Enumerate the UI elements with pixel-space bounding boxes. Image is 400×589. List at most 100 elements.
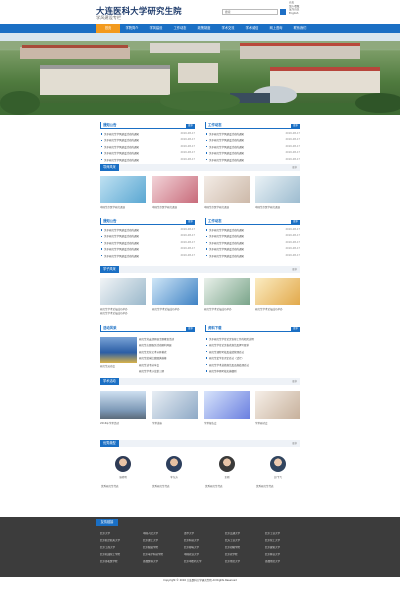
- list-item[interactable]: 关于研究生学风建设活动的通知 2016-08-17: [100, 253, 195, 259]
- photo-caption[interactable]: 学术研讨会: [255, 421, 300, 425]
- more-button[interactable]: 更多: [186, 326, 195, 331]
- nav-item[interactable]: 工作动态: [168, 24, 192, 33]
- section-header-academic: 学术活动 更多: [100, 378, 300, 385]
- nav-item[interactable]: 联系我们: [288, 24, 312, 33]
- photo-caption[interactable]: 中国生命医学研究进展: [100, 205, 146, 209]
- teacher-photo[interactable]: [204, 176, 250, 203]
- list-item[interactable]: 研究生学术沙龙第三期: [139, 368, 195, 374]
- photo-caption[interactable]: 学术讲座: [152, 421, 198, 425]
- top-link[interactable]: English: [289, 12, 303, 16]
- model-name[interactable]: 王刚: [215, 475, 239, 479]
- footer-link[interactable]: 北京林业大学: [265, 553, 280, 556]
- nav-item[interactable]: 学术诚信: [240, 24, 264, 33]
- section-header-model: 优秀典型 更多: [100, 440, 300, 447]
- nav-item[interactable]: 学风建设: [144, 24, 168, 33]
- list-item[interactable]: 关于研究生学风建设活动的通知 2016-08-17: [205, 253, 300, 259]
- photo-caption[interactable]: 研究生学术论坛成功举办: [204, 307, 250, 311]
- footer-link[interactable]: 中国人民大学: [143, 532, 158, 535]
- avatar[interactable]: [270, 456, 286, 472]
- academic-photo[interactable]: [204, 391, 250, 419]
- activity-photo[interactable]: [100, 337, 137, 363]
- more-button[interactable]: 更多: [291, 219, 300, 224]
- photo-caption[interactable]: 中国生命医学研究进展: [255, 205, 300, 209]
- footer-link[interactable]: 北京化工大学: [265, 539, 280, 542]
- footer-link[interactable]: 北京理工大学: [143, 539, 158, 542]
- more-link[interactable]: 更多: [292, 440, 297, 447]
- news-list-notice: 关于研究生学风建设活动的通知 2016-08-17 关于研究生学风建设活动的通知 2…: [100, 131, 195, 163]
- footer-link[interactable]: 北京师范大学: [225, 560, 240, 563]
- model-name[interactable]: 张晓明: [111, 475, 135, 479]
- news-list-work: 关于研究生学风建设活动的通知 2016-08-17 关于研究生学风建设活动的通知 2…: [205, 131, 300, 163]
- photo-caption[interactable]: 2016年学术活动: [100, 421, 146, 425]
- footer-link[interactable]: 北京航空航天大学: [100, 539, 120, 542]
- section-title: 导师风采: [100, 164, 119, 171]
- photo-caption[interactable]: 研究生学术论坛成功举办: [255, 307, 300, 311]
- more-button[interactable]: 更多: [291, 326, 300, 331]
- model-name[interactable]: 赵飞飞: [266, 475, 290, 479]
- activity-list: 研究生党支部开展主题教育活动 研究生志愿服务活动顺利开展 研究生文化艺术节开幕式…: [139, 336, 195, 374]
- footer-link[interactable]: 北京科技大学: [184, 539, 199, 542]
- academic-photo[interactable]: [100, 391, 146, 419]
- model-desc: 优秀研究生代表: [101, 485, 119, 488]
- search-input[interactable]: 搜索: [222, 9, 278, 15]
- footer-link[interactable]: 中国农业大学: [184, 553, 199, 556]
- download-item[interactable]: 研究生中期考核实施细则: [205, 368, 300, 374]
- footer-link[interactable]: 北京电子科技学院: [143, 553, 163, 556]
- nav-item[interactable]: 学院简介: [120, 24, 144, 33]
- model-name[interactable]: 李东方: [162, 475, 186, 479]
- footer-link[interactable]: 首都医科大学: [143, 560, 158, 563]
- more-button[interactable]: 更多: [291, 123, 300, 128]
- nav-item[interactable]: 政策制度: [192, 24, 216, 33]
- academic-photo[interactable]: [152, 391, 198, 419]
- more-link[interactable]: 更多: [292, 266, 297, 273]
- list-item[interactable]: 关于研究生学风建设活动的通知 2016-08-17: [100, 157, 195, 163]
- footer-link[interactable]: 北京协和医学院: [100, 560, 118, 563]
- student-photo[interactable]: [255, 278, 300, 305]
- nav-item-home[interactable]: 首页: [96, 24, 120, 33]
- campus-photo: [0, 33, 400, 115]
- footer-link[interactable]: 首都师范大学: [265, 560, 280, 563]
- top-links: 首页 加入收藏 设为首页 English: [289, 1, 303, 15]
- footer-link[interactable]: 北京建筑大学: [265, 546, 280, 549]
- footer-link[interactable]: 北京工业大学: [265, 532, 280, 535]
- photo-caption[interactable]: 学术报告会: [204, 421, 250, 425]
- student-photo[interactable]: [152, 278, 198, 305]
- photo-caption[interactable]: 研究生学术论坛成功举办: [100, 311, 146, 315]
- section-title: 优秀典型: [100, 440, 119, 447]
- footer-link[interactable]: 北京印刷学院: [225, 546, 240, 549]
- search-button[interactable]: [280, 9, 286, 24]
- photo-caption[interactable]: 研究生运动会: [100, 364, 137, 368]
- photo-caption[interactable]: 中国生命医学研究进展: [152, 205, 198, 209]
- footer-link[interactable]: 北京中医药大学: [184, 560, 202, 563]
- download-list: 关于研究生学位论文答辩工作的相关说明 研究生学位论文格式规范及撰写要求 研究生课…: [205, 336, 300, 374]
- teacher-photo[interactable]: [100, 176, 146, 203]
- nav-item[interactable]: 网上咨询: [264, 24, 288, 33]
- more-button[interactable]: 更多: [186, 219, 195, 224]
- section-header-notice2: 通知公告 更多: [100, 218, 195, 225]
- footer-link[interactable]: 北京农学院: [225, 553, 238, 556]
- footer-link[interactable]: 北京邮电大学: [184, 546, 199, 549]
- more-link[interactable]: 更多: [292, 378, 297, 385]
- student-photo[interactable]: [100, 278, 146, 305]
- footer-link[interactable]: 北京交通大学: [225, 532, 240, 535]
- footer-link[interactable]: 北京工商大学: [100, 546, 115, 549]
- teacher-photo[interactable]: [152, 176, 198, 203]
- more-link[interactable]: 更多: [292, 164, 297, 171]
- photo-caption[interactable]: 研究生学术论坛成功举办: [152, 307, 198, 311]
- teacher-photo[interactable]: [255, 176, 300, 203]
- footer-link[interactable]: 清华大学: [184, 532, 194, 535]
- footer-link[interactable]: 北京石油化工学院: [100, 553, 120, 556]
- avatar[interactable]: [166, 456, 182, 472]
- nav-item[interactable]: 学术交流: [216, 24, 240, 33]
- footer-link[interactable]: 北京大学: [100, 532, 110, 535]
- list-item[interactable]: 关于研究生学风建设活动的通知 2016-08-17: [205, 157, 300, 163]
- academic-photo[interactable]: [255, 391, 300, 419]
- section-title: 学子风采: [100, 266, 119, 273]
- avatar[interactable]: [219, 456, 235, 472]
- footer-link[interactable]: 北京服装学院: [143, 546, 158, 549]
- avatar[interactable]: [115, 456, 131, 472]
- footer-link[interactable]: 北方工业大学: [225, 539, 240, 542]
- more-button[interactable]: 更多: [186, 123, 195, 128]
- student-photo[interactable]: [204, 278, 250, 305]
- photo-caption[interactable]: 中国生命医学研究进展: [204, 205, 250, 209]
